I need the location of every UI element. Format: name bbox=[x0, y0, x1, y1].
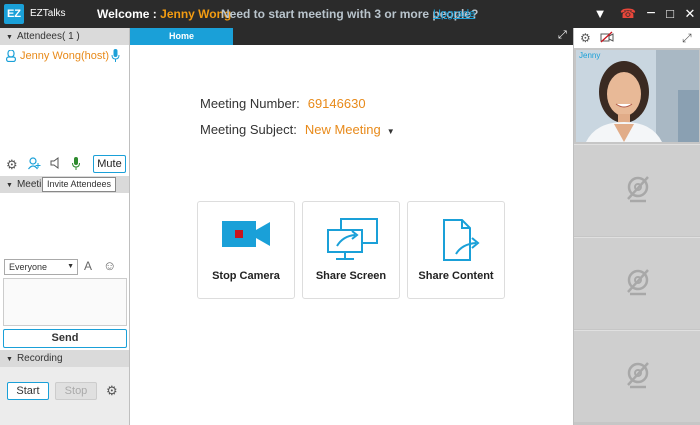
collapse-icon: ▼ bbox=[6, 182, 13, 189]
meeting-number-line: Meeting Number: 69146630 bbox=[200, 96, 366, 111]
meeting-subject[interactable]: New Meeting bbox=[305, 122, 381, 137]
fullscreen-icon[interactable]: ⤢ bbox=[682, 31, 692, 46]
attendee-row[interactable]: Jenny Wong(host) bbox=[0, 47, 129, 65]
app-logo: EZ bbox=[4, 4, 24, 24]
meeting-number: 69146630 bbox=[307, 96, 366, 111]
recording-title: Recording bbox=[16, 353, 63, 364]
attendees-header[interactable]: ▼ Attendees( 1 ) bbox=[0, 28, 129, 45]
share-content-button[interactable]: Share Content bbox=[407, 201, 505, 299]
chat-recipient-select[interactable]: Everyone ▼ bbox=[4, 259, 78, 275]
alert-icon[interactable]: ☎ bbox=[618, 4, 638, 24]
main-content: Home ⤢ Meeting Number: 69146630 Meeting S… bbox=[130, 28, 573, 425]
app-name: EZTalks bbox=[30, 8, 66, 19]
participant-video bbox=[576, 50, 699, 142]
subject-dropdown-icon[interactable]: ▼ bbox=[387, 127, 395, 136]
chat-recipient-value: Everyone bbox=[9, 262, 48, 272]
share-content-icon bbox=[443, 219, 480, 261]
video-label: Jenny bbox=[579, 51, 601, 60]
attendees-title: Attendees( 1 ) bbox=[16, 31, 80, 42]
meeting-number-label: Meeting Number: bbox=[200, 96, 300, 111]
attendee-toolbar: ⚙ Mute bbox=[0, 155, 129, 175]
camera-icon bbox=[222, 221, 270, 247]
chat-input[interactable] bbox=[3, 278, 127, 326]
tab-home[interactable]: Home bbox=[130, 28, 233, 45]
stop-camera-button[interactable]: Stop Camera bbox=[197, 201, 295, 299]
maximize-icon[interactable]: □ bbox=[660, 4, 680, 24]
title-bar: EZ EZTalks Welcome : Jenny Wong Need to … bbox=[0, 0, 700, 28]
left-panel: ▼ Attendees( 1 ) Jenny Wong(host) ⚙ Mute … bbox=[0, 28, 130, 425]
send-button[interactable]: Send bbox=[3, 329, 127, 348]
collapse-icon: ▼ bbox=[6, 356, 13, 363]
meeting-subject-line: Meeting Subject: New Meeting ▼ bbox=[200, 122, 395, 137]
recording-settings-icon[interactable]: ⚙ bbox=[106, 383, 118, 399]
video-settings-icon[interactable]: ⚙ bbox=[580, 31, 591, 45]
welcome-label: Welcome : bbox=[97, 7, 157, 21]
stop-camera-label: Stop Camera bbox=[212, 270, 280, 282]
tab-bar: Home ⤢ bbox=[130, 28, 573, 45]
collapse-icon: ▼ bbox=[6, 34, 13, 41]
welcome-text: Welcome : Jenny Wong bbox=[97, 7, 231, 21]
person-icon bbox=[6, 49, 17, 65]
share-screen-label: Share Screen bbox=[315, 270, 387, 282]
microphone-icon[interactable] bbox=[71, 157, 81, 173]
mic-icon[interactable] bbox=[111, 49, 120, 65]
attendee-name: Jenny Wong(host) bbox=[20, 50, 110, 62]
dropdown-icon[interactable]: ▼ bbox=[590, 4, 610, 24]
speaker-icon[interactable] bbox=[50, 157, 62, 172]
empty-video-slot bbox=[574, 330, 700, 422]
camera-off-icon[interactable] bbox=[600, 31, 614, 46]
empty-video-slot bbox=[574, 237, 700, 329]
share-screen-icon bbox=[327, 218, 378, 260]
no-video-icon bbox=[627, 362, 649, 389]
video-toolbar: ⚙ ⤢ bbox=[574, 28, 700, 48]
meeting-subject-label: Meeting Subject: bbox=[200, 122, 297, 137]
minimize-icon[interactable]: − bbox=[641, 4, 661, 24]
gear-icon[interactable]: ⚙ bbox=[6, 157, 18, 173]
share-screen-button[interactable]: Share Screen bbox=[302, 201, 400, 299]
close-icon[interactable]: ✕ bbox=[680, 4, 700, 24]
invite-attendees-icon[interactable] bbox=[28, 157, 41, 173]
recording-header[interactable]: ▼ Recording bbox=[0, 350, 129, 367]
upgrade-link[interactable]: Upgrade bbox=[433, 8, 475, 20]
emoji-icon[interactable]: ☺ bbox=[103, 258, 116, 273]
stop-recording-button[interactable]: Stop bbox=[55, 382, 97, 400]
invite-attendees-tooltip: Invite Attendees bbox=[42, 177, 117, 192]
start-recording-button[interactable]: Start bbox=[7, 382, 49, 400]
empty-video-slot bbox=[574, 144, 700, 236]
share-content-label: Share Content bbox=[418, 270, 494, 282]
main-video-tile[interactable]: Jenny bbox=[576, 50, 699, 142]
font-icon[interactable]: A bbox=[84, 259, 92, 273]
no-video-icon bbox=[627, 176, 649, 203]
chevron-down-icon: ▼ bbox=[67, 263, 74, 270]
no-video-icon bbox=[627, 269, 649, 296]
video-panel: ⚙ ⤢ Jenny bbox=[573, 28, 700, 425]
fullscreen-icon[interactable]: ⤢ bbox=[558, 29, 567, 42]
mute-button[interactable]: Mute bbox=[93, 155, 126, 173]
